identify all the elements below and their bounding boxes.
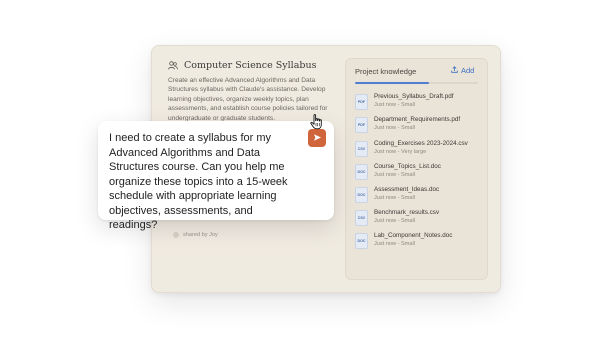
file-item[interactable]: DOC Lab_Component_Notes.doc Just now - Sm… [355, 232, 452, 252]
capacity-bar [355, 82, 478, 84]
csv-file-icon: CSV [355, 141, 368, 157]
file-name: Assessment_Ideas.doc [374, 186, 440, 193]
file-name: Benchmark_results.csv [374, 209, 440, 216]
add-label: Add [461, 66, 475, 75]
file-meta: Just now - Small [374, 125, 416, 131]
avatar [173, 232, 179, 238]
file-name: Coding_Exercises 2023-2024.csv [374, 140, 468, 147]
capacity-bar-fill [355, 82, 429, 84]
doc-file-icon: DOC [355, 164, 368, 180]
file-meta: Just now - Small [374, 241, 416, 247]
file-name: Course_Topics_List.doc [374, 163, 441, 170]
file-name: Department_Requirements.pdf [374, 116, 461, 123]
doc-file-icon: DOC [355, 233, 368, 249]
add-button[interactable]: Add [451, 66, 474, 75]
shared-by-label: shared by Joy [183, 232, 218, 238]
file-item[interactable]: PDF Previous_Syllabus_Draft.pdf Just now … [355, 93, 453, 113]
hand-cursor-icon [310, 114, 323, 135]
project-header: Computer Science Syllabus [168, 60, 316, 71]
file-name: Lab_Component_Notes.doc [374, 232, 453, 239]
chat-message: I need to create a syllabus for my Advan… [109, 132, 288, 231]
file-meta: Just now - Small [374, 195, 416, 201]
chat-message-card: I need to create a syllabus for my Advan… [98, 121, 334, 231]
file-meta: Just now - Small [374, 102, 416, 108]
file-meta: Just now - Small [374, 218, 416, 224]
file-item[interactable]: DOC Course_Topics_List.doc Just now - Sma… [355, 163, 441, 183]
file-meta: Just now - Small [374, 172, 416, 178]
file-item[interactable]: CSV Benchmark_results.csv Just now - Smal… [355, 209, 439, 229]
file-item[interactable]: CSV Coding_Exercises 2023-2024.csv Just n… [355, 140, 468, 160]
project-knowledge-title: Project knowledge [355, 67, 417, 76]
csv-file-icon: CSV [355, 210, 368, 226]
pdf-file-icon: PDF [355, 117, 368, 133]
file-meta: Just now - Very large [374, 149, 427, 155]
shared-by: shared by Joy [173, 232, 218, 238]
doc-file-icon: DOC [355, 187, 368, 203]
project-title: Computer Science Syllabus [184, 60, 317, 71]
pdf-file-icon: PDF [355, 94, 368, 110]
project-icon [168, 61, 178, 70]
file-name: Previous_Syllabus_Draft.pdf [374, 93, 454, 100]
upload-icon [451, 66, 458, 75]
file-item[interactable]: PDF Department_Requirements.pdf Just now … [355, 116, 460, 136]
file-item[interactable]: DOC Assessment_Ideas.doc Just now - Small [355, 186, 439, 206]
